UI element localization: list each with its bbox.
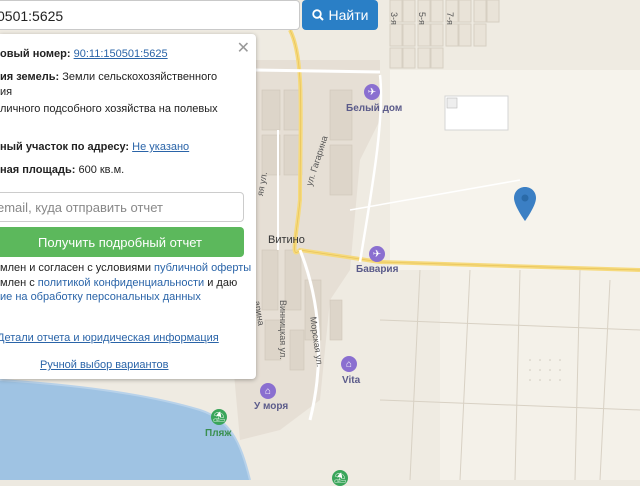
poi-green-icon[interactable]: ⛱ (332, 470, 348, 486)
poi-u-morya-icon[interactable]: ⌂ (260, 383, 276, 399)
category-row-cont: ия (0, 86, 13, 98)
location-marker-icon[interactable] (513, 186, 537, 222)
close-icon[interactable]: ✕ (237, 38, 250, 58)
search-icon (311, 9, 324, 21)
get-report-button[interactable]: Получить подробный отчет (0, 227, 244, 257)
email-field[interactable]: email, куда отправить отчет (0, 192, 244, 222)
street-top3-label: 7-я (445, 12, 455, 25)
area-row: ная площадь: 600 кв.м. (0, 164, 125, 176)
poi-u-morya-label: У моря (254, 401, 289, 412)
cadastral-number-link[interactable]: 90:11:150501:5625 (74, 48, 168, 60)
poi-vita-icon[interactable]: ⌂ (341, 356, 357, 372)
usage-row: личного подсобного хозяйства на полевых (0, 103, 218, 115)
search-input[interactable]: 0501:5625 (0, 0, 300, 30)
manual-selection-link[interactable]: Ручной выбор вариантов (40, 358, 168, 373)
poi-belyi-dom-icon[interactable]: ✈ (364, 84, 380, 100)
category-row: ия земель: Земли сельскохозяйственного (0, 71, 218, 83)
street-vinnitskaya-label: Винницкая ул. (278, 300, 288, 360)
settlement-label-vitino: Витино (268, 234, 305, 246)
poi-plyazh-icon[interactable]: ⛱ (211, 409, 227, 425)
privacy-link[interactable]: политикой конфиденциальности (38, 277, 204, 289)
personal-data-link[interactable]: ие на обработку персональных данных (0, 291, 201, 303)
parcel-info-panel: ✕ овый номер: 90:11:150501:5625 ия земел… (0, 34, 256, 379)
poi-vita-label: Vita (342, 375, 361, 386)
poi-bavariya-label: Бавария (356, 264, 399, 275)
poi-plyazh-label: Пляж (205, 428, 232, 439)
terms-row-2: млен с политикой конфиденциальности и да… (0, 277, 238, 289)
cadastral-number-row: овый номер: 90:11:150501:5625 (0, 48, 168, 60)
address-link[interactable]: Не указано (132, 141, 189, 153)
poi-bavariya-icon[interactable]: ✈ (369, 246, 385, 262)
search-button[interactable]: Найти (302, 0, 378, 30)
offer-link[interactable]: публичной оферты (154, 262, 251, 274)
details-link[interactable]: Детали отчета и юридическая информация (0, 331, 219, 346)
street-top2-label: 5-я (417, 12, 427, 25)
poi-belyi-dom-label: Белый дом (346, 103, 403, 114)
street-top1-label: 3-я (389, 12, 399, 25)
terms-row-1: млен и согласен с условиями публичной оф… (0, 262, 252, 274)
terms-row-3: ие на обработку персональных данных (0, 290, 201, 305)
address-row: ный участок по адресу: Не указано (0, 141, 190, 153)
